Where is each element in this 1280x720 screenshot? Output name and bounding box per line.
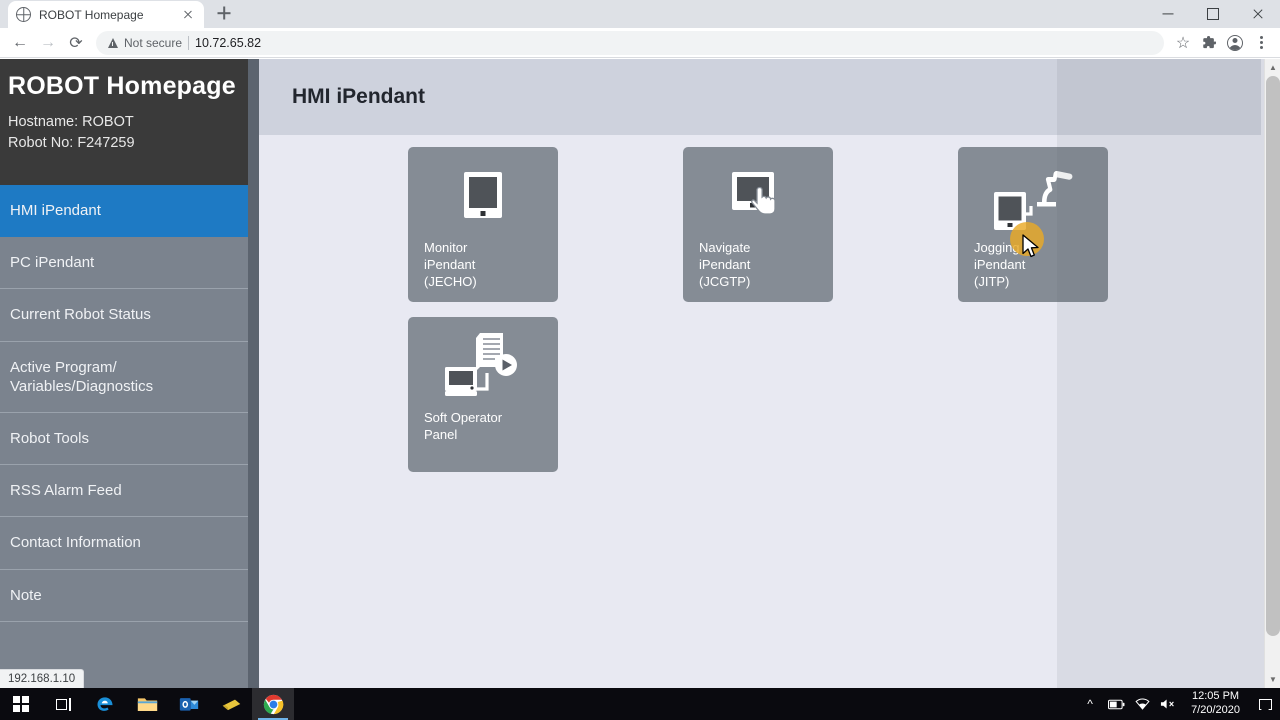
taskbar-file-explorer[interactable]	[126, 688, 168, 720]
sidebar-header: ROBOT Homepage Hostname: ROBOT Robot No:…	[0, 59, 259, 185]
status-bubble: 192.168.1.10	[0, 669, 85, 688]
tile-navigate-ipendant[interactable]: Navigate iPendant (JCGTP)	[683, 147, 833, 302]
security-status-label: Not secure	[124, 35, 183, 50]
sidebar-item-current-robot-status[interactable]: Current Robot Status	[0, 289, 259, 342]
main-content: HMI iPendant Monitor iPendant (JECHO) Na…	[259, 59, 1280, 688]
system-tray: ^ 12:05 PM 7/20/2020	[1077, 688, 1280, 720]
sidebar-scrollbar[interactable]	[248, 59, 259, 688]
not-secure-warning-icon	[108, 37, 118, 48]
monitor-document-play-icon	[408, 317, 558, 409]
tile-label: Monitor iPendant (JECHO)	[424, 240, 477, 290]
hostname-label: Hostname: ROBOT	[8, 114, 134, 130]
taskbar-edge[interactable]	[84, 688, 126, 720]
sidebar-item-robot-tools[interactable]: Robot Tools	[0, 413, 259, 466]
content-header: HMI iPendant	[259, 59, 1261, 135]
outlook-icon	[179, 698, 199, 711]
taskbar-chrome[interactable]	[252, 688, 294, 720]
sidebar-item-rss-alarm-feed[interactable]: RSS Alarm Feed	[0, 465, 259, 518]
task-view-icon	[55, 697, 71, 711]
page-scrollbar[interactable]: ▲ ▼	[1264, 59, 1280, 688]
volume-muted-icon[interactable]	[1155, 688, 1181, 720]
clock-time: 12:05 PM	[1191, 690, 1240, 703]
tile-jogging-ipendant[interactable]: Jogging iPendant (JITP)	[958, 147, 1108, 302]
wifi-icon[interactable]	[1129, 688, 1155, 720]
bookmark-star-icon[interactable]: ☆	[1170, 30, 1196, 56]
page-viewport: ROBOT Homepage Hostname: ROBOT Robot No:…	[0, 59, 1280, 688]
scroll-down-arrow-icon[interactable]: ▼	[1265, 671, 1280, 688]
tablet-pendant-icon	[408, 147, 558, 239]
reload-button[interactable]: ⟳	[62, 29, 90, 57]
task-view-button[interactable]	[42, 688, 84, 720]
sidebar-meta: Hostname: ROBOT Robot No: F247259	[8, 112, 251, 153]
tile-label: Navigate iPendant (JCGTP)	[699, 240, 751, 290]
kebab-icon	[1259, 35, 1263, 50]
window-controls	[1145, 0, 1280, 28]
tray-chevron-up-icon[interactable]: ^	[1077, 688, 1103, 720]
browser-toolbar: ← → ⟳ Not secure 10.72.65.82 ☆	[0, 28, 1280, 58]
browser-menu-icon[interactable]	[1248, 30, 1274, 56]
start-button[interactable]	[0, 688, 42, 720]
extensions-puzzle-icon[interactable]	[1196, 30, 1222, 56]
tile-grid: Monitor iPendant (JECHO) Navigate iPenda…	[259, 135, 1280, 472]
sticky-notes-icon	[222, 699, 240, 711]
avatar	[1227, 34, 1243, 51]
tab-strip: ROBOT Homepage	[0, 0, 1280, 28]
tab-title: ROBOT Homepage	[39, 7, 144, 22]
tab-robot-homepage[interactable]: ROBOT Homepage	[8, 1, 204, 28]
windows-logo-icon	[13, 696, 29, 712]
tile-monitor-ipendant[interactable]: Monitor iPendant (JECHO)	[408, 147, 558, 302]
back-button[interactable]: ←	[6, 29, 34, 57]
tile-label: Soft Operator Panel	[424, 410, 503, 443]
sidebar-item-pc-ipendant[interactable]: PC iPendant	[0, 237, 259, 290]
sidebar: ROBOT Homepage Hostname: ROBOT Robot No:…	[0, 59, 259, 688]
sidebar-title: ROBOT Homepage	[8, 72, 236, 100]
tablet-touch-hand-icon	[683, 147, 833, 239]
taskbar-sticky-notes[interactable]	[210, 688, 252, 720]
globe-icon	[16, 7, 31, 22]
sidebar-item-note[interactable]: Note	[0, 570, 259, 622]
robot-number-label: Robot No: F247259	[8, 134, 135, 151]
robot-arm-pendant-icon	[958, 147, 1108, 239]
tile-soft-operator-panel[interactable]: Soft Operator Panel	[408, 317, 558, 472]
close-icon[interactable]	[180, 7, 196, 23]
clock[interactable]: 12:05 PM 7/20/2020	[1181, 690, 1250, 718]
omnibox-divider	[188, 35, 190, 50]
file-explorer-icon	[137, 698, 157, 711]
taskbar: ^ 12:05 PM 7/20/2020	[0, 688, 1280, 720]
profile-icon[interactable]	[1222, 30, 1248, 56]
notification-icon[interactable]	[1250, 688, 1280, 720]
minimize-button[interactable]	[1145, 0, 1190, 28]
address-bar[interactable]: Not secure 10.72.65.82	[96, 30, 1164, 55]
scrollbar-thumb[interactable]	[1266, 76, 1280, 636]
sidebar-item-active-program[interactable]: Active Program/ Variables/Diagnostics	[0, 342, 259, 413]
sidebar-item-hmi-ipendant[interactable]: HMI iPendant	[0, 185, 259, 238]
browser-window: ROBOT Homepage ← → ⟳ Not secure 10.72.65…	[0, 0, 1280, 688]
taskbar-outlook[interactable]	[168, 688, 210, 720]
maximize-button[interactable]	[1190, 0, 1235, 28]
forward-button[interactable]: →	[34, 29, 62, 57]
page-title: HMI iPendant	[292, 85, 426, 108]
sidebar-item-contact-information[interactable]: Contact Information	[0, 517, 259, 570]
battery-icon[interactable]	[1103, 688, 1129, 720]
scroll-up-arrow-icon[interactable]: ▲	[1265, 59, 1280, 76]
chrome-icon	[263, 694, 283, 714]
url-text: 10.72.65.82	[195, 35, 262, 50]
clock-date: 7/20/2020	[1191, 704, 1240, 716]
edge-icon	[97, 697, 113, 711]
tile-label: Jogging iPendant (JITP)	[974, 240, 1026, 290]
new-tab-button[interactable]	[210, 0, 238, 27]
close-window-button[interactable]	[1235, 0, 1280, 28]
